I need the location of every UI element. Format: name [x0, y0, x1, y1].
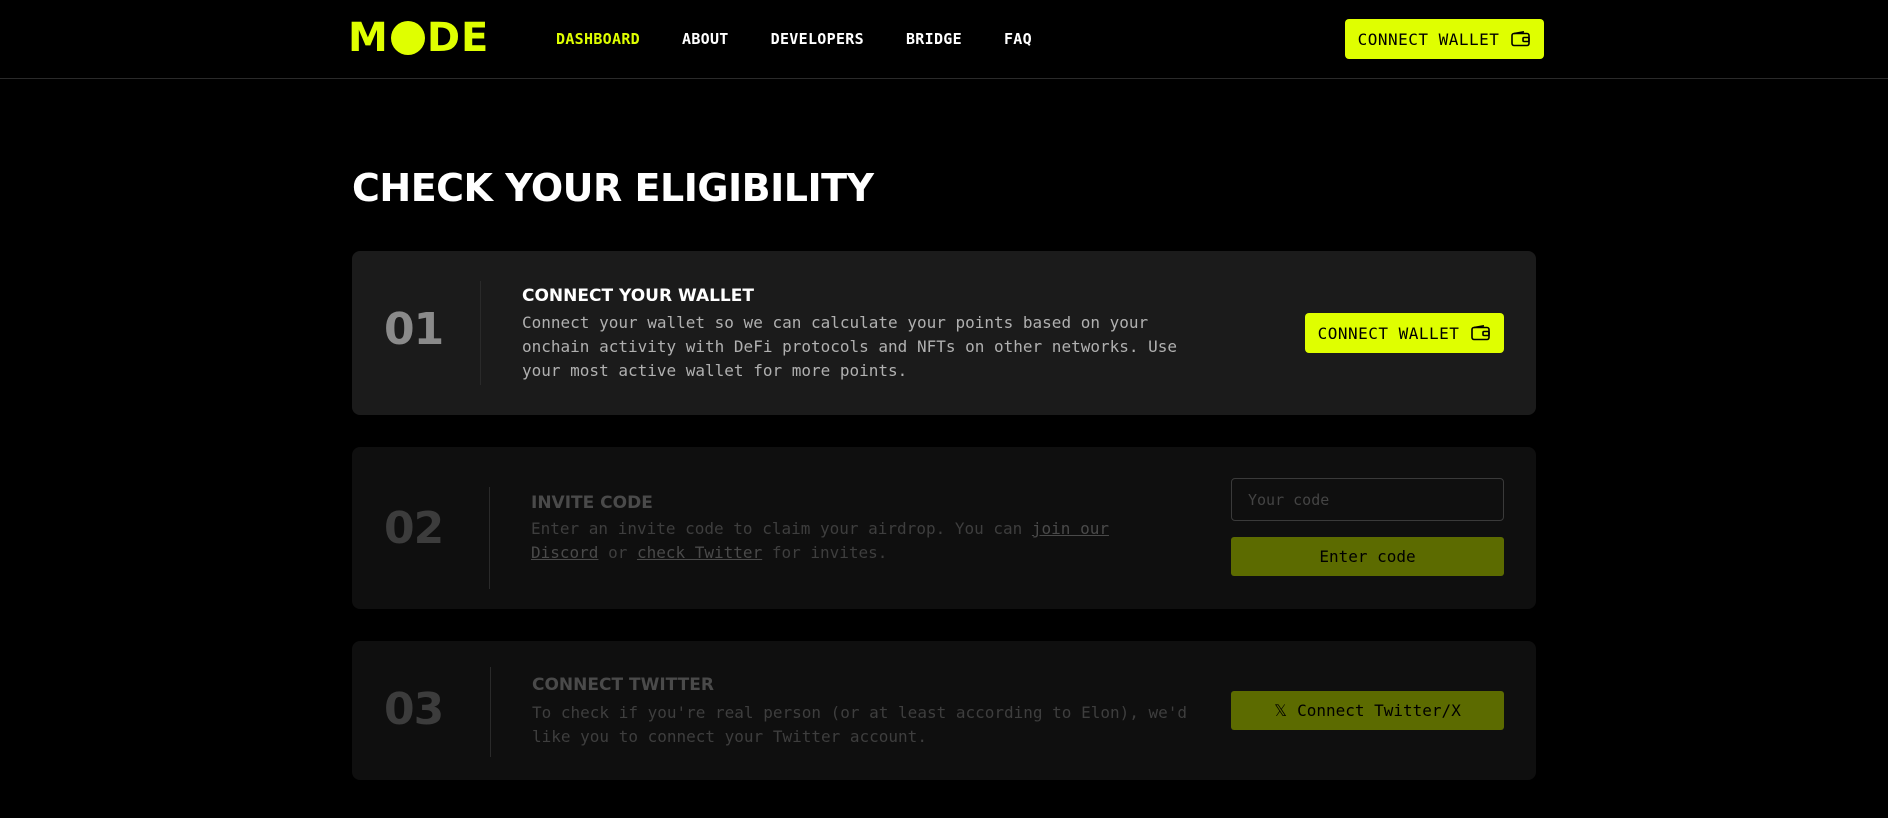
desc-text-pre: Enter an invite code to claim your airdr… [531, 519, 1032, 538]
nav-dashboard[interactable]: DASHBOARD [556, 30, 640, 48]
step-title: CONNECT TWITTER [532, 675, 714, 695]
wallet-icon [1511, 31, 1531, 47]
desc-text-mid: or [598, 543, 637, 562]
step-description: Connect your wallet so we can calculate … [522, 313, 1178, 380]
step-title: CONNECT YOUR WALLET [522, 286, 754, 306]
main-nav: DASHBOARD ABOUT DEVELOPERS BRIDGE FAQ [556, 30, 1074, 48]
step-divider [489, 487, 490, 589]
step-number: 02 [384, 503, 444, 554]
wallet-icon [1471, 325, 1491, 341]
page-title: CHECK YOUR ELIGIBILITY [352, 166, 874, 210]
header-connect-wallet-label: CONNECT WALLET [1357, 29, 1500, 49]
twitter-link[interactable]: check Twitter [637, 543, 762, 562]
desc-text-post: for invites. [762, 543, 888, 562]
connect-twitter-button[interactable]: 𝕏 Connect Twitter/X [1231, 691, 1504, 730]
x-logo-icon: 𝕏 [1274, 701, 1288, 720]
step-divider [490, 667, 491, 757]
nav-faq[interactable]: FAQ [1004, 30, 1032, 48]
step-card-connect-twitter: 03 CONNECT TWITTER To check if you're re… [352, 641, 1536, 780]
step-title: INVITE CODE [531, 493, 653, 513]
step-description: Enter an invite code to claim your airdr… [531, 517, 1131, 565]
step-card-invite-code: 02 INVITE CODE Enter an invite code to c… [352, 447, 1536, 609]
nav-about[interactable]: ABOUT [682, 30, 729, 48]
connect-twitter-label: Connect Twitter/X [1297, 701, 1461, 720]
connect-wallet-label: CONNECT WALLET [1317, 323, 1460, 343]
header-connect-wallet-button[interactable]: CONNECT WALLET [1345, 19, 1544, 59]
step-card-connect-wallet: 01 CONNECT YOUR WALLET Connect your wall… [352, 251, 1536, 415]
connect-wallet-button[interactable]: CONNECT WALLET [1305, 313, 1504, 353]
logo-text-left: M [348, 15, 389, 61]
logo-dot [390, 21, 425, 55]
logo-text-right: DE [426, 15, 490, 61]
nav-bridge[interactable]: BRIDGE [906, 30, 962, 48]
nav-developers[interactable]: DEVELOPERS [771, 30, 864, 48]
step-description: To check if you're real person (or at le… [532, 703, 1188, 746]
step-number: 03 [384, 684, 444, 735]
top-header: M DE DASHBOARD ABOUT DEVELOPERS BRIDGE FA… [0, 0, 1888, 79]
step-divider [480, 281, 481, 385]
step-number: 01 [384, 304, 444, 355]
enter-code-button[interactable]: Enter code [1231, 537, 1504, 576]
mode-logo[interactable]: M DE [348, 15, 490, 61]
invite-code-input[interactable] [1231, 478, 1504, 521]
